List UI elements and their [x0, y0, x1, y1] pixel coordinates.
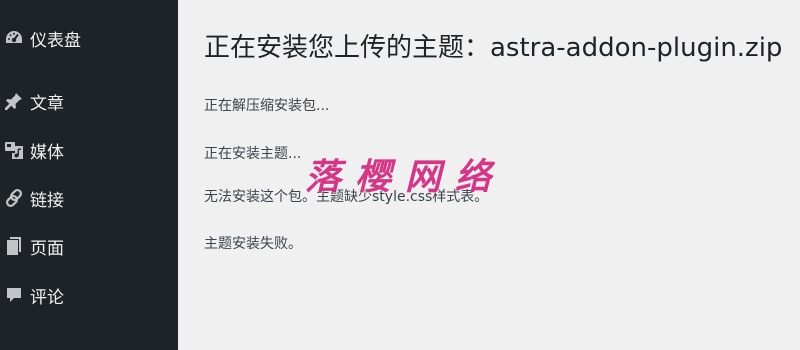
- link-icon: [0, 180, 32, 216]
- media-icon: [0, 132, 32, 168]
- dashboard-icon: [0, 20, 32, 56]
- status-message-unpacking: 正在解压缩安装包...: [204, 98, 330, 114]
- status-message-failed: 主题安装失败。: [204, 236, 302, 252]
- sidebar-item-label: 仪表盘: [30, 30, 81, 51]
- sidebar-item-links[interactable]: 链接: [0, 180, 178, 216]
- page-icon: [0, 228, 32, 264]
- watermark: 落樱网络: [305, 156, 506, 198]
- sidebar-item-label: 页面: [30, 238, 64, 259]
- sidebar-item-pages[interactable]: 页面: [0, 228, 178, 264]
- pushpin-icon: [0, 83, 32, 119]
- sidebar-item-label: 链接: [30, 190, 64, 211]
- status-message-installing: 正在安装主题...: [204, 146, 302, 162]
- sidebar-item-comments[interactable]: 评论: [0, 277, 178, 313]
- sidebar-item-posts[interactable]: 文章: [0, 83, 178, 119]
- page-title: 正在安装您上传的主题：astra-addon-plugin.zip: [204, 33, 783, 63]
- sidebar-item-media[interactable]: 媒体: [0, 132, 178, 168]
- sidebar-item-label: 文章: [30, 93, 64, 114]
- comment-icon: [0, 277, 32, 313]
- admin-sidebar: 仪表盘 文章 媒体 链接 页面 评论: [0, 0, 178, 350]
- sidebar-item-label: 评论: [30, 287, 64, 308]
- sidebar-item-label: 媒体: [30, 142, 64, 163]
- sidebar-item-dashboard[interactable]: 仪表盘: [0, 20, 178, 56]
